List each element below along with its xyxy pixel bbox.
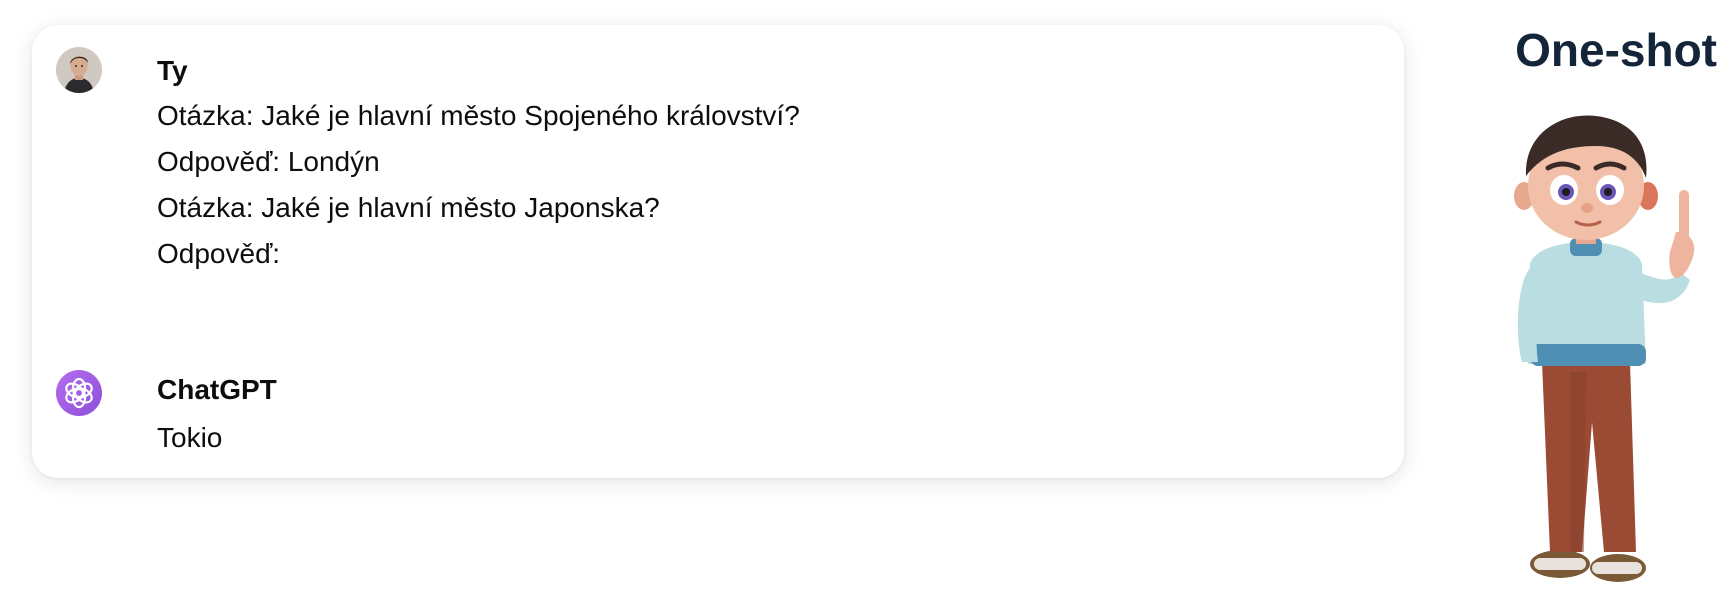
user-photo-icon [56,47,102,93]
assistant-author-name: ChatGPT [157,374,277,405]
user-message-line: Otázka: Jaké je hlavní město Spojeného k… [157,100,800,131]
openai-logo-icon [65,377,93,409]
side-title: One-shot [1515,24,1717,76]
boy-pointing-icon [1514,115,1695,582]
user-message-text: Otázka: Jaké je hlavní město Spojeného k… [157,93,1357,277]
user-message-line: Odpověď: [157,238,281,269]
cartoon-boy-illustration [1500,112,1720,592]
chat-card: Ty Otázka: Jaké je hlavní město Spojenéh… [32,25,1404,478]
assistant-reply-text: Tokio [157,422,223,453]
user-message-line: Otázka: Jaké je hlavní město Japonska? [157,192,660,223]
user-author-name: Ty [157,55,188,86]
user-message-line: Odpověď: Londýn [157,146,380,177]
user-avatar [56,47,102,93]
assistant-avatar [56,370,102,416]
